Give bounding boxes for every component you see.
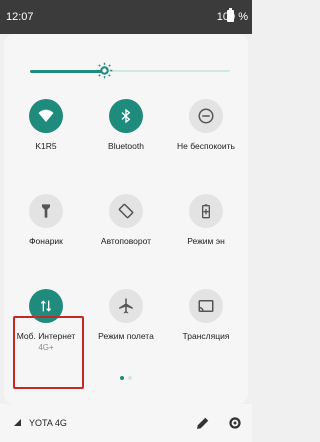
tile-auto-rotate[interactable]: Автоповорот [91, 194, 161, 264]
tile-wifi[interactable]: K1R5 [11, 99, 81, 169]
edit-icon[interactable] [194, 414, 212, 432]
battery-saver-icon [189, 194, 223, 228]
flashlight-icon [29, 194, 63, 228]
tile-label: Автоповорот [100, 236, 152, 246]
signal-icon [14, 419, 21, 426]
tile-label: Режим полета [98, 331, 154, 341]
footer-bar: YOTA 4G [0, 404, 252, 442]
brightness-fill [30, 70, 104, 73]
tile-flashlight[interactable]: Фонарик [11, 194, 81, 264]
page-dot-1[interactable] [120, 376, 124, 380]
tile-airplane-mode[interactable]: Режим полета [91, 289, 161, 359]
tile-label: Не беспокоить [177, 141, 235, 151]
tile-bluetooth[interactable]: Bluetooth [91, 99, 161, 169]
tile-cast[interactable]: Трансляция [171, 289, 241, 359]
battery-percent: 100 % [216, 11, 248, 23]
page-dot-2[interactable] [128, 376, 132, 380]
tile-label: Bluetooth [108, 141, 144, 151]
carrier-name: YOTA 4G [29, 418, 67, 428]
page-indicator [0, 376, 252, 380]
rotate-icon [109, 194, 143, 228]
gear-icon[interactable] [226, 414, 244, 432]
quick-settings-panel: K1R5 Bluetooth Не беспокоить Фонарик Авт… [4, 34, 248, 404]
brightness-slider[interactable] [30, 62, 230, 79]
tile-label: K1R5 [35, 141, 57, 151]
brightness-thumb-icon[interactable] [96, 62, 113, 79]
tile-label: Трансляция [182, 331, 230, 341]
tile-do-not-disturb[interactable]: Не беспокоить [171, 99, 241, 169]
status-time: 12:07 [6, 11, 34, 23]
bluetooth-icon [109, 99, 143, 133]
dnd-icon [189, 99, 223, 133]
cast-icon [189, 289, 223, 323]
airplane-icon [109, 289, 143, 323]
status-bar: 12:07 100 % [0, 0, 252, 34]
tile-label: Режим эн [187, 236, 225, 246]
tile-label: Фонарик [29, 236, 63, 246]
tile-battery-saver[interactable]: Режим эн [171, 194, 241, 264]
wifi-icon [29, 99, 63, 133]
